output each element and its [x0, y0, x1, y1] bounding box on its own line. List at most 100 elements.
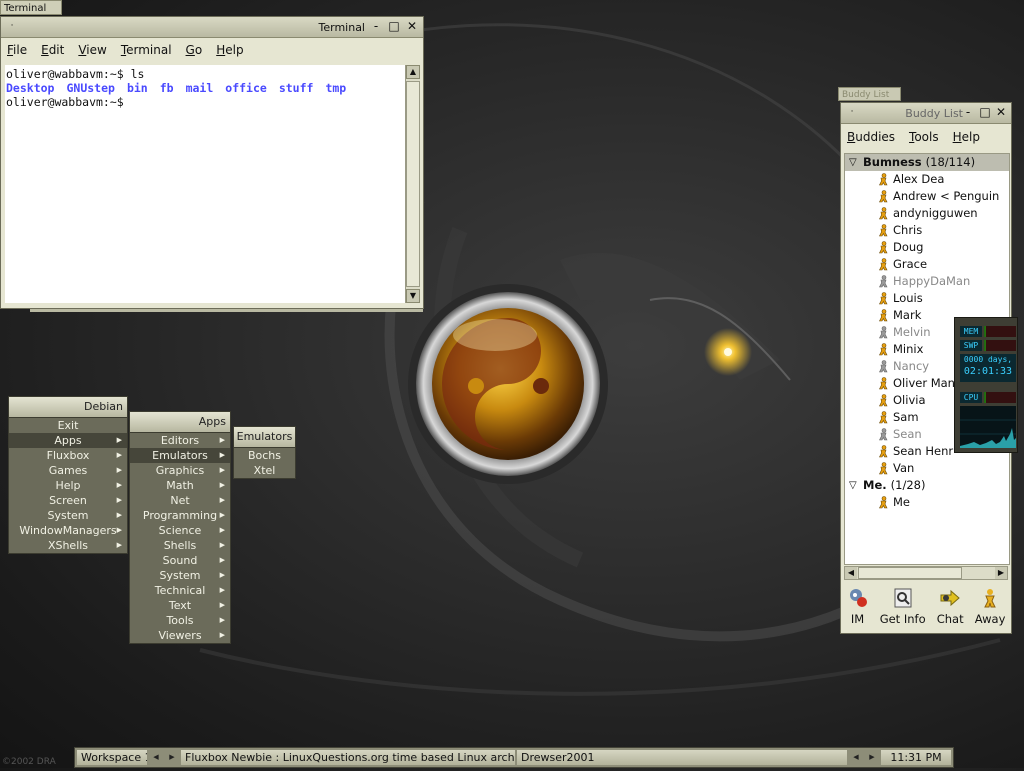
menu-item[interactable]: WindowManagers ▶ — [9, 523, 127, 538]
menu-file[interactable]: File — [7, 43, 27, 57]
menu-item[interactable]: Science ▶ — [130, 523, 230, 538]
buddy-item[interactable]: Grace — [845, 256, 1009, 273]
terminal-scrollbar[interactable]: ▲ ▼ — [405, 65, 420, 303]
scroll-thumb[interactable] — [406, 81, 420, 287]
minimize-icon[interactable]: - — [369, 19, 383, 33]
menu-item[interactable]: Apps ▶ — [9, 433, 127, 448]
buddy-item[interactable]: Van — [845, 460, 1009, 477]
buddy-status-icon — [879, 445, 888, 458]
menu-item[interactable]: Technical ▶ — [130, 583, 230, 598]
buddy-item[interactable]: Me — [845, 494, 1009, 511]
window-menu-icon[interactable]: · — [5, 19, 19, 33]
group-count: (1/28) — [890, 478, 926, 492]
menu-item[interactable]: Screen ▶ — [9, 493, 127, 508]
menu-item[interactable]: Viewers ▶ — [130, 628, 230, 643]
scroll-up-arrow-icon[interactable]: ▲ — [406, 65, 420, 79]
buddy-item[interactable]: Andrew < Penguin — [845, 188, 1009, 205]
get-info-label: Get Info — [879, 612, 926, 626]
away-button[interactable]: Away — [975, 583, 1005, 631]
menu-item[interactable]: Exit — [9, 418, 127, 433]
menu-item[interactable]: Xtel — [234, 463, 295, 478]
menu-item[interactable]: Graphics ▶ — [130, 463, 230, 478]
menu-item[interactable]: Help ▶ — [9, 478, 127, 493]
chat-icon — [940, 589, 960, 607]
scroll-right-arrow-icon[interactable]: ▶ — [995, 567, 1007, 579]
expander-triangle-icon[interactable]: ▽ — [849, 154, 857, 171]
menu-tools[interactable]: Tools — [909, 130, 939, 144]
menu-item[interactable]: Tools ▶ — [130, 613, 230, 628]
next-window-arrow-icon[interactable]: ▶ — [865, 750, 879, 765]
expander-triangle-icon[interactable]: ▽ — [849, 477, 857, 494]
buddy-item[interactable]: andynigguwen — [845, 205, 1009, 222]
buddy-name: Olivia — [893, 393, 926, 407]
taskbar-item-active[interactable]: Fluxbox Newbie : LinuxQuestions.org time… — [181, 750, 515, 765]
menu-item[interactable]: System ▶ — [9, 508, 127, 523]
menu-item[interactable]: Text ▶ — [130, 598, 230, 613]
buddy-group[interactable]: ▽ Me. (1/28) — [845, 477, 1009, 494]
menu-item[interactable]: XShells ▶ — [9, 538, 127, 553]
menu-item[interactable]: Programming ▶ — [130, 508, 230, 523]
submenu-arrow-icon: ▶ — [219, 481, 225, 489]
next-workspace-arrow-icon[interactable]: ▶ — [165, 750, 179, 765]
menu-item[interactable]: Bochs — [234, 448, 295, 463]
menu-item-label: Graphics — [155, 464, 205, 477]
submenu-arrow-icon: ▶ — [116, 511, 122, 519]
terminal-screen[interactable]: oliver@wabbavm:~$ ls Desktop GNUstep bin fb… — [5, 65, 405, 303]
submenu-arrow-icon: ▶ — [116, 436, 122, 444]
buddy-item[interactable]: Alex Dea — [845, 171, 1009, 188]
buddy-status-icon — [879, 377, 888, 390]
menu-item[interactable]: Editors ▶ — [130, 433, 230, 448]
menu-item[interactable]: Games ▶ — [9, 463, 127, 478]
close-icon[interactable]: ✕ — [994, 105, 1008, 119]
buddy-status-icon — [879, 309, 888, 322]
buddy-status-icon — [879, 173, 888, 186]
get-info-button[interactable]: Get Info — [880, 583, 926, 631]
menu-item[interactable]: Math ▶ — [130, 478, 230, 493]
submenu-arrow-icon: ▶ — [219, 601, 225, 609]
menu-item[interactable]: Fluxbox ▶ — [9, 448, 127, 463]
menu-view[interactable]: View — [78, 43, 106, 57]
menu-item-label: Apps — [54, 434, 82, 447]
menu-item-label: Math — [166, 479, 194, 492]
buddy-list-titlebar[interactable]: · Buddy List - □ ✕ — [841, 103, 1011, 124]
terminal-titlebar[interactable]: · Terminal - □ ✕ — [1, 17, 423, 38]
buddy-status-icon — [879, 241, 888, 254]
menu-help[interactable]: Help — [216, 43, 243, 57]
scroll-down-arrow-icon[interactable]: ▼ — [406, 289, 420, 303]
maximize-icon[interactable]: □ — [978, 105, 992, 119]
menu-item-label: Emulators — [152, 449, 208, 462]
prev-workspace-arrow-icon[interactable]: ◀ — [149, 750, 163, 765]
workspace-label[interactable]: Workspace 1 — [77, 750, 147, 765]
buddy-status-icon — [879, 496, 888, 509]
prev-window-arrow-icon[interactable]: ◀ — [849, 750, 863, 765]
minimize-icon[interactable]: - — [961, 105, 975, 119]
buddy-group[interactable]: ▽ Bumness (18/114) — [845, 154, 1009, 171]
close-icon[interactable]: ✕ — [405, 19, 419, 33]
menu-terminal[interactable]: Terminal — [121, 43, 172, 57]
taskbar-item[interactable]: Drewser2001 — [517, 750, 847, 765]
buddy-horizontal-scrollbar[interactable]: ◀ ▶ — [844, 566, 1008, 580]
buddy-item[interactable]: Louis — [845, 290, 1009, 307]
menu-go[interactable]: Go — [186, 43, 203, 57]
buddy-item[interactable]: Doug — [845, 239, 1009, 256]
menu-edit[interactable]: Edit — [41, 43, 64, 57]
im-button[interactable]: IM — [847, 583, 869, 631]
menu-item[interactable]: Net ▶ — [130, 493, 230, 508]
terminal-tab[interactable]: Terminal — [0, 0, 62, 15]
menu-item[interactable]: Shells ▶ — [130, 538, 230, 553]
scroll-left-arrow-icon[interactable]: ◀ — [845, 567, 857, 579]
menu-help[interactable]: Help — [953, 130, 980, 144]
menu-item[interactable]: Sound ▶ — [130, 553, 230, 568]
maximize-icon[interactable]: □ — [387, 19, 401, 33]
menu-item[interactable]: System ▶ — [130, 568, 230, 583]
terminal-menubar: File Edit View Terminal Go Help — [1, 38, 423, 62]
menu-buddies[interactable]: Buddies — [847, 130, 895, 144]
chat-button[interactable]: Chat — [937, 583, 964, 631]
terminal-resize-handle[interactable] — [30, 309, 423, 312]
window-menu-icon[interactable]: · — [845, 105, 859, 119]
buddy-item[interactable]: HappyDaMan — [845, 273, 1009, 290]
menu-item[interactable]: Emulators ▶ — [130, 448, 230, 463]
scroll-thumb[interactable] — [858, 567, 962, 579]
buddy-item[interactable]: Chris — [845, 222, 1009, 239]
buddy-list-tab[interactable]: Buddy List — [838, 87, 901, 101]
